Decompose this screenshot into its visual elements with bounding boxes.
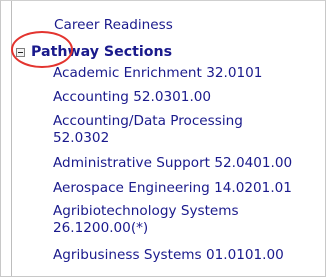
minus-box-icon[interactable] [16, 47, 25, 57]
tree-child-item[interactable]: Agribiotechnology Systems 26.1200.00(*) [53, 203, 243, 237]
tree-child-item[interactable]: Accounting 52.0301.00 [53, 89, 211, 106]
tree-group-label[interactable]: Pathway Sections [31, 43, 172, 61]
panel-left-rule [11, 1, 12, 276]
tree-item-career-readiness[interactable]: Career Readiness [54, 17, 173, 34]
tree-child-item[interactable]: Administrative Support 52.0401.00 [53, 155, 292, 172]
tree-child-item[interactable]: Agribusiness Systems 01.0101.00 [53, 247, 284, 264]
pathway-tree-panel: Career Readiness Pathway Sections Academ… [0, 0, 326, 277]
tree-child-item[interactable]: Academic Enrichment 32.0101 [53, 65, 262, 82]
tree-child-item[interactable]: Aerospace Engineering 14.0201.01 [53, 180, 292, 197]
tree-group-pathway-sections[interactable]: Pathway Sections [16, 42, 172, 62]
tree-child-item[interactable]: Accounting/Data Processing 52.0302 [53, 113, 263, 147]
